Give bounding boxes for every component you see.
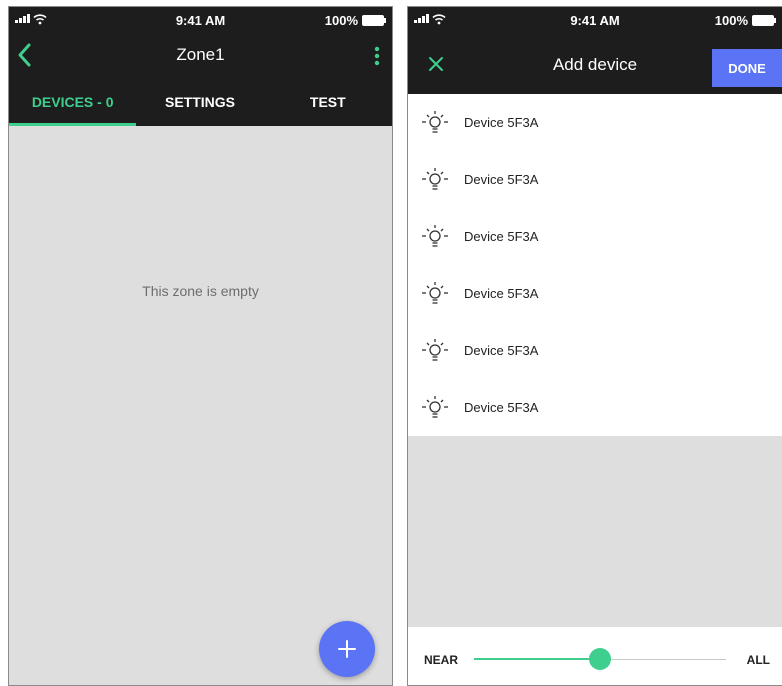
tab-bar: DEVICES - 0 SETTINGS TEST (9, 77, 392, 126)
battery-percent: 100% (324, 13, 358, 28)
battery-icon (752, 15, 776, 26)
battery-percent: 100% (714, 13, 748, 28)
range-fill (474, 658, 600, 660)
battery-status: 100% (324, 13, 386, 28)
device-row[interactable]: Device 5F3A (408, 208, 782, 265)
device-row[interactable]: Device 5F3A (408, 322, 782, 379)
plus-icon (338, 640, 356, 658)
lightbulb-icon (422, 224, 448, 247)
device-label: Device 5F3A (464, 229, 539, 244)
list-empty-area (408, 436, 782, 627)
device-row[interactable]: Device 5F3A (408, 94, 782, 151)
tab-test[interactable]: TEST (264, 77, 392, 126)
range-max-label: ALL (746, 653, 770, 667)
zone-screen: 9:41 AM 100% Zone1 DEVICES - 0 SETTINGS … (8, 6, 393, 686)
more-vertical-icon[interactable] (370, 45, 384, 67)
nav-bar: Add device DONE (408, 35, 782, 94)
device-label: Device 5F3A (464, 343, 539, 358)
page-title: Zone1 (176, 45, 225, 64)
device-row[interactable]: Device 5F3A (408, 151, 782, 208)
range-min-label: NEAR (424, 653, 459, 667)
device-row[interactable]: Device 5F3A (408, 379, 782, 436)
battery-status: 100% (714, 13, 776, 28)
device-label: Device 5F3A (464, 400, 539, 415)
done-button[interactable]: DONE (712, 49, 782, 87)
lightbulb-icon (422, 110, 448, 133)
range-slider-bar: NEAR ALL (408, 627, 782, 685)
range-thumb[interactable] (589, 648, 611, 670)
battery-icon (362, 15, 386, 26)
status-bar: 9:41 AM 100% (9, 7, 392, 35)
lightbulb-icon (422, 281, 448, 304)
tab-settings[interactable]: SETTINGS (136, 77, 263, 126)
add-device-screen: 9:41 AM 100% Add device DONE Device 5F3A… (407, 6, 782, 686)
devices-panel (9, 126, 392, 685)
status-bar: 9:41 AM 100% (408, 7, 782, 35)
nav-bar: Zone1 (9, 35, 392, 77)
add-device-button[interactable] (319, 621, 375, 677)
device-label: Device 5F3A (464, 286, 539, 301)
lightbulb-icon (422, 395, 448, 418)
empty-message: This zone is empty (142, 283, 259, 299)
device-label: Device 5F3A (464, 172, 539, 187)
lightbulb-icon (422, 167, 448, 190)
device-row[interactable]: Device 5F3A (408, 265, 782, 322)
tab-devices[interactable]: DEVICES - 0 (9, 77, 137, 126)
device-label: Device 5F3A (464, 115, 539, 130)
lightbulb-icon (422, 338, 448, 361)
range-track[interactable] (474, 648, 726, 670)
device-list: Device 5F3A Device 5F3A Device 5F3A Device … (408, 94, 782, 436)
